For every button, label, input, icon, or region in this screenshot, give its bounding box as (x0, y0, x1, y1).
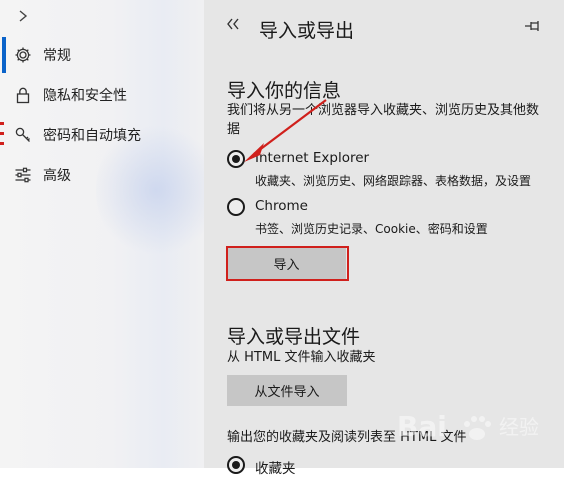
sidebar-item-advanced[interactable]: 高级 (0, 157, 204, 193)
import-file-description: 从 HTML 文件输入收藏夹 (227, 350, 376, 365)
import-export-file-title: 导入或导出文件 (227, 326, 361, 348)
sidebar: 常规 隐私和安全性 密码和自动填充 高级 (0, 0, 216, 468)
sidebar-item-passwords[interactable]: 密码和自动填充 (0, 117, 204, 153)
svg-text:Bai: Bai (397, 410, 447, 443)
sidebar-item-label: 密码和自动填充 (43, 128, 141, 144)
annotation-highlight-box (226, 246, 349, 281)
key-icon (14, 126, 32, 144)
sidebar-item-general[interactable]: 常规 (0, 37, 204, 73)
pin-icon[interactable] (524, 18, 542, 32)
import-from-file-button[interactable]: 从文件导入 (227, 375, 347, 406)
sidebar-item-label: 隐私和安全性 (43, 88, 127, 104)
sidebar-item-privacy[interactable]: 隐私和安全性 (0, 77, 204, 113)
export-favorites-label[interactable]: 收藏夹 (255, 457, 296, 477)
page-title: 导入或导出 (259, 20, 355, 42)
svg-text:经验: 经验 (499, 415, 539, 439)
gear-icon (14, 46, 32, 64)
chrome-radio[interactable] (227, 198, 245, 216)
export-favorites-radio[interactable] (227, 456, 245, 474)
annotation-arrow (244, 99, 327, 162)
sliders-icon (14, 166, 32, 184)
chrome-radio-label[interactable]: Chrome (255, 198, 308, 214)
ie-radio-description: 收藏夹、浏览历史、网络跟踪器、表格数据，及设置 (255, 174, 532, 188)
baidu-watermark: Bai 经验 (395, 400, 555, 460)
import-export-panel: 导入或导出 导入你的信息 我们将从另一个浏览器导入收藏夹、浏览历史及其他数据 I… (204, 0, 564, 477)
expand-sidebar-icon[interactable] (16, 8, 36, 28)
chrome-radio-description: 书签、浏览历史记录、Cookie、密码和设置 (255, 222, 488, 236)
sidebar-item-label: 常规 (43, 48, 71, 64)
sidebar-item-label: 高级 (43, 168, 71, 184)
back-icon[interactable] (226, 16, 240, 37)
lock-icon (14, 86, 32, 104)
